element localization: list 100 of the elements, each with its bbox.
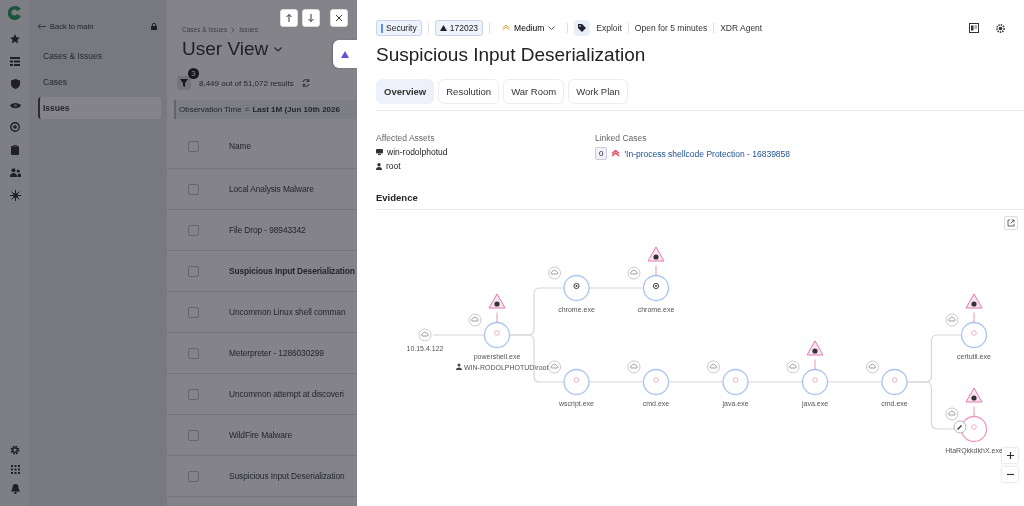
issue-meta: Exploit bbox=[596, 23, 622, 33]
tab[interactable]: Resolution bbox=[438, 79, 500, 104]
cloud-badge-icon[interactable] bbox=[468, 313, 482, 327]
select-all-checkbox[interactable] bbox=[188, 140, 199, 152]
user-icon bbox=[376, 162, 382, 170]
cloud-badge-icon[interactable] bbox=[945, 407, 959, 421]
expand-button[interactable] bbox=[1004, 216, 1018, 230]
process-node[interactable] bbox=[881, 368, 908, 396]
row-checkbox[interactable] bbox=[188, 470, 199, 482]
list-icon[interactable] bbox=[10, 57, 20, 66]
issue-name[interactable]: Suspicious Input Deserialization bbox=[229, 471, 345, 481]
target-icon[interactable] bbox=[10, 122, 20, 132]
asset-name: root bbox=[386, 161, 401, 171]
lock-icon[interactable] bbox=[151, 23, 157, 30]
asset-name: win-rodolphotud bbox=[387, 147, 448, 157]
warning-icon bbox=[439, 25, 447, 31]
close-icon bbox=[336, 15, 342, 21]
layout-icon[interactable] bbox=[969, 23, 979, 33]
process-node[interactable] bbox=[722, 368, 749, 396]
issue-id-tag: 172023 bbox=[434, 20, 484, 36]
results-count: 8,449 out of 51,072 results bbox=[199, 78, 294, 88]
process-node[interactable] bbox=[801, 368, 829, 396]
arrow-down-icon bbox=[308, 14, 314, 22]
view-title: User View bbox=[182, 38, 269, 60]
nav-item[interactable]: Issues bbox=[38, 97, 161, 119]
issue-name[interactable]: Meterpreter - 1286030299 bbox=[229, 348, 324, 358]
alert-marker-icon[interactable] bbox=[806, 340, 824, 370]
row-checkbox[interactable] bbox=[188, 183, 199, 195]
process-node[interactable] bbox=[563, 274, 590, 302]
refresh-icon[interactable] bbox=[301, 79, 310, 87]
section-title: Evidence bbox=[376, 192, 419, 203]
severity-dropdown[interactable]: Medium bbox=[502, 23, 556, 33]
row-checkbox[interactable] bbox=[188, 347, 199, 359]
section-label: Linked Cases bbox=[595, 133, 648, 143]
grid-icon[interactable] bbox=[10, 465, 20, 474]
row-checkbox[interactable] bbox=[188, 388, 199, 400]
cloud-badge-icon[interactable] bbox=[786, 360, 800, 374]
cloud-badge-icon[interactable] bbox=[866, 360, 879, 374]
close-button[interactable] bbox=[330, 9, 348, 27]
tab[interactable]: Overview bbox=[376, 79, 435, 104]
column-header[interactable]: Name bbox=[229, 141, 251, 151]
chevron-down-icon bbox=[548, 26, 556, 30]
star-icon[interactable] bbox=[10, 34, 20, 44]
cloud-badge-icon[interactable] bbox=[627, 266, 641, 280]
previous-button[interactable] bbox=[280, 9, 298, 27]
side-tab[interactable] bbox=[333, 40, 357, 68]
tab[interactable]: Work Plan bbox=[568, 79, 628, 104]
alert-marker-icon[interactable] bbox=[965, 387, 983, 417]
row-checkbox[interactable] bbox=[188, 306, 199, 318]
cloud-badge-icon[interactable] bbox=[548, 360, 561, 374]
chevron-down-icon[interactable] bbox=[274, 46, 283, 52]
tag-icon[interactable] bbox=[574, 20, 591, 36]
nav-item[interactable]: Cases & Issues bbox=[38, 45, 161, 67]
minus-icon bbox=[1006, 471, 1014, 478]
alert-marker-icon[interactable] bbox=[647, 246, 665, 276]
shield-icon[interactable] bbox=[10, 79, 20, 89]
section-label: Affected Assets bbox=[376, 133, 436, 143]
issue-meta: XDR Agent bbox=[720, 23, 763, 33]
monitor-icon bbox=[376, 149, 383, 155]
row-checkbox[interactable] bbox=[188, 265, 199, 277]
issue-name[interactable]: Uncommon attempt at discoveri bbox=[229, 389, 344, 399]
row-checkbox[interactable] bbox=[188, 429, 199, 441]
issue-title: Suspicious Input Deserialization bbox=[376, 44, 647, 66]
arrow-left-icon bbox=[38, 24, 46, 29]
next-button[interactable] bbox=[302, 9, 320, 27]
issue-name[interactable]: Uncommon Linux shell comman bbox=[229, 307, 346, 317]
issue-name[interactable]: Local Analysis Malware bbox=[229, 184, 314, 194]
severity-chevrons-icon bbox=[502, 25, 511, 31]
clipboard-icon[interactable] bbox=[11, 145, 19, 155]
issue-meta: Open for 5 minutes bbox=[634, 23, 708, 33]
cloud-badge-icon[interactable] bbox=[627, 360, 641, 374]
edit-badge-icon[interactable] bbox=[953, 420, 967, 434]
zoom-out-button[interactable] bbox=[1002, 467, 1018, 482]
bell-icon[interactable] bbox=[10, 484, 20, 494]
settings-icon[interactable] bbox=[995, 22, 1006, 34]
eye-icon[interactable] bbox=[9, 102, 21, 109]
users-icon[interactable] bbox=[9, 168, 21, 177]
cloud-badge-icon[interactable] bbox=[418, 328, 432, 342]
filter-chip[interactable]: Observation Time = Last 1M (Jun 10th 2026 bbox=[174, 100, 357, 119]
row-checkbox[interactable] bbox=[188, 224, 199, 236]
process-node[interactable] bbox=[642, 368, 670, 396]
cloud-badge-icon[interactable] bbox=[707, 360, 720, 374]
cloud-badge-icon[interactable] bbox=[945, 313, 959, 327]
category-tag: Security bbox=[376, 20, 422, 36]
alert-marker-icon[interactable] bbox=[965, 293, 983, 323]
issue-name[interactable]: WildFire Malware bbox=[229, 430, 293, 440]
logo-icon[interactable] bbox=[8, 5, 22, 21]
issue-name[interactable]: Suspicious Input Deserialization bbox=[229, 266, 355, 276]
process-node[interactable] bbox=[642, 274, 670, 302]
nav-item[interactable]: Cases bbox=[38, 71, 161, 93]
linked-case-link[interactable]: 'In-process shellcode Protection - 16839858 bbox=[624, 148, 791, 159]
process-node[interactable] bbox=[563, 368, 590, 396]
alert-marker-icon[interactable] bbox=[488, 293, 506, 323]
cloud-badge-icon[interactable] bbox=[548, 266, 561, 280]
process-node[interactable] bbox=[960, 321, 988, 349]
zoom-in-button[interactable] bbox=[1002, 448, 1018, 463]
process-node[interactable] bbox=[483, 321, 511, 349]
tab[interactable]: War Room bbox=[503, 79, 565, 104]
issue-name[interactable]: File Drop - 98943342 bbox=[229, 225, 306, 235]
filter-button[interactable] bbox=[177, 76, 191, 90]
